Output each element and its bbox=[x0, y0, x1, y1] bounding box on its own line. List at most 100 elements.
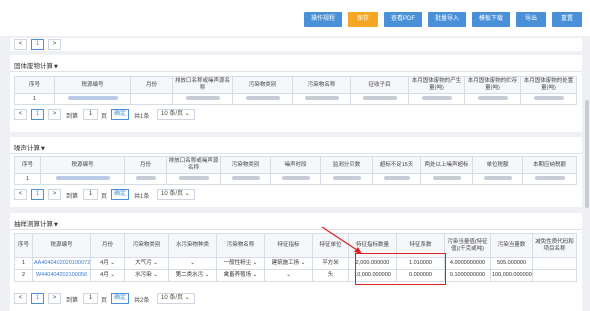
month-cell[interactable] bbox=[124, 173, 167, 185]
solid-waste-title[interactable]: 固体废物计算▼ bbox=[14, 60, 58, 70]
equiv-value-cell: 0.1000000000 bbox=[444, 269, 491, 282]
disposed-cell[interactable] bbox=[520, 93, 577, 105]
water-type-select[interactable]: ⌄ bbox=[168, 257, 217, 270]
pollutant-cell[interactable] bbox=[292, 93, 351, 105]
pollutant-select[interactable]: 一般性粉尘 ⌄ bbox=[216, 257, 265, 270]
reset-button[interactable]: 重置 bbox=[552, 12, 582, 27]
relief-code-cell[interactable] bbox=[532, 257, 577, 270]
divider bbox=[10, 71, 582, 72]
page-size-select[interactable]: 10 条/页 ⌄ bbox=[157, 109, 195, 120]
tax-due-cell[interactable] bbox=[522, 173, 577, 185]
row-number: 1 bbox=[14, 93, 55, 105]
col-header: 减免性质代码和项目名称 bbox=[532, 233, 577, 258]
month-cell[interactable] bbox=[130, 93, 173, 105]
view-pdf-button[interactable]: 查看PDF bbox=[384, 12, 422, 27]
unit-cell: 头 bbox=[312, 269, 349, 282]
levy-item-cell[interactable] bbox=[350, 93, 409, 105]
indicator-select[interactable]: ⌄ bbox=[264, 269, 313, 282]
month-select[interactable]: 4月 ⌄ bbox=[90, 257, 125, 270]
next-page-button[interactable]: > bbox=[48, 293, 61, 304]
chevron-down-icon: ▼ bbox=[54, 64, 58, 70]
relief-code-cell[interactable] bbox=[532, 269, 577, 282]
noise-pager: < 1 > 到第 1 页 确定 共1条 10 条/页 ⌄ bbox=[14, 189, 274, 201]
next-page-button[interactable]: > bbox=[48, 39, 61, 50]
multi-exceed-cell[interactable] bbox=[420, 173, 473, 185]
sampling-title[interactable]: 抽样测算计算▼ bbox=[14, 218, 58, 228]
prev-page-button[interactable]: < bbox=[14, 109, 27, 120]
solid-waste-table: 序号 税源编号 月份 排放口名称或噪声源名称 污染物类别 污染物名称 征收子目 … bbox=[14, 76, 577, 105]
outlet-cell[interactable] bbox=[172, 93, 233, 105]
operation-rules-button[interactable]: 操作规程 bbox=[304, 12, 342, 27]
stored-cell[interactable] bbox=[464, 93, 521, 105]
chevron-down-icon: ⌄ bbox=[184, 295, 190, 301]
row-number: 1 bbox=[14, 173, 41, 185]
col-header: 征收子目 bbox=[350, 76, 409, 94]
prev-page-button[interactable]: < bbox=[14, 39, 27, 50]
goto-page-input[interactable]: 1 bbox=[83, 293, 98, 304]
col-header: 污染当量值(特征值)(千克或吨) bbox=[444, 233, 491, 258]
batch-import-button[interactable]: 批量导入 bbox=[428, 12, 466, 27]
under15-cell[interactable] bbox=[372, 173, 421, 185]
table-row: 1 AA4040402020100072 4月 ⌄ 大气污 ⌄ ⌄ 一般性粉尘 … bbox=[14, 257, 577, 270]
export-button[interactable]: 导出 bbox=[516, 12, 546, 27]
col-header: 监测分贝数 bbox=[320, 156, 373, 174]
category-select[interactable]: 大气污 ⌄ bbox=[124, 257, 169, 270]
equiv-value-cell: 4.0000000000 bbox=[444, 257, 491, 270]
col-header: 本月固体废物的贮存量(吨) bbox=[464, 76, 521, 94]
water-type-select[interactable]: 第二类水污 ⌄ bbox=[168, 269, 217, 282]
page-size-select[interactable]: 10 条/页 ⌄ bbox=[157, 189, 195, 200]
col-header: 本月固体废物的处置量(吨) bbox=[520, 76, 577, 94]
col-header: 税源编号 bbox=[54, 76, 131, 94]
save-button[interactable]: 保存 bbox=[348, 12, 378, 27]
goto-page-input[interactable]: 1 bbox=[83, 189, 98, 200]
source-link[interactable]: W440404202100058 bbox=[32, 269, 91, 282]
col-header: 单位税额 bbox=[472, 156, 523, 174]
col-header: 月份 bbox=[124, 156, 167, 174]
indicator-select[interactable]: 建筑施工扬 ⌄ bbox=[264, 257, 313, 270]
sampling-pager: < 1 > 到第 1 页 确定 共2条 10 条/页 ⌄ bbox=[14, 293, 274, 305]
source-cell[interactable] bbox=[54, 93, 131, 105]
template-download-button[interactable]: 模板下载 bbox=[472, 12, 510, 27]
table-row: 1 bbox=[14, 173, 577, 185]
source-link[interactable]: AA4040402020100072 bbox=[32, 257, 91, 270]
produced-cell[interactable] bbox=[408, 93, 465, 105]
goto-page-input[interactable]: 1 bbox=[83, 109, 98, 120]
chevron-down-icon: ▼ bbox=[54, 222, 58, 228]
chevron-down-icon: ⌄ bbox=[184, 111, 190, 117]
total-count: 共1条 bbox=[134, 194, 150, 200]
noise-title[interactable]: 噪声计算▼ bbox=[14, 142, 45, 152]
current-page[interactable]: 1 bbox=[31, 189, 44, 200]
next-page-button[interactable]: > bbox=[48, 189, 61, 200]
next-page-button[interactable]: > bbox=[48, 109, 61, 120]
category-cell[interactable] bbox=[232, 93, 293, 105]
page-size-select[interactable]: 10 条/页 ⌄ bbox=[157, 293, 195, 304]
row-number: 2 bbox=[14, 269, 33, 282]
col-header: 序号 bbox=[14, 156, 41, 174]
top-toolbar: 操作规程 保存 查看PDF 批量导入 模板下载 导出 重置 bbox=[0, 0, 590, 36]
pollutant-select[interactable]: 禽畜养殖场 ⌄ bbox=[216, 269, 265, 282]
current-page[interactable]: 1 bbox=[31, 293, 44, 304]
period-cell[interactable] bbox=[270, 173, 321, 185]
category-select[interactable]: 水污染 ⌄ bbox=[124, 269, 169, 282]
prev-page-button[interactable]: < bbox=[14, 189, 27, 200]
scrollbar[interactable] bbox=[585, 100, 589, 208]
confirm-button[interactable]: 确定 bbox=[111, 189, 129, 200]
equiv-count-cell: 505.000000 bbox=[490, 257, 533, 270]
current-page[interactable]: 1 bbox=[31, 39, 44, 50]
decibel-cell[interactable] bbox=[320, 173, 373, 185]
confirm-button[interactable]: 确定 bbox=[111, 109, 129, 120]
col-header: 超标不足15天 bbox=[372, 156, 421, 174]
col-header: 污染物类别 bbox=[232, 76, 293, 94]
confirm-button[interactable]: 确定 bbox=[111, 293, 129, 304]
current-page[interactable]: 1 bbox=[31, 109, 44, 120]
unit-tax-cell[interactable] bbox=[472, 173, 523, 185]
prev-page-button[interactable]: < bbox=[14, 293, 27, 304]
outlet-cell[interactable] bbox=[166, 173, 221, 185]
col-header: 税源编号 bbox=[32, 233, 91, 258]
total-count: 共1条 bbox=[134, 114, 150, 120]
source-cell[interactable] bbox=[40, 173, 125, 185]
month-select[interactable]: 4月 ⌄ bbox=[90, 269, 125, 282]
col-header: 水污染物种类 bbox=[168, 233, 217, 258]
category-cell[interactable] bbox=[220, 173, 271, 185]
goto-label: 到第 bbox=[66, 114, 79, 120]
